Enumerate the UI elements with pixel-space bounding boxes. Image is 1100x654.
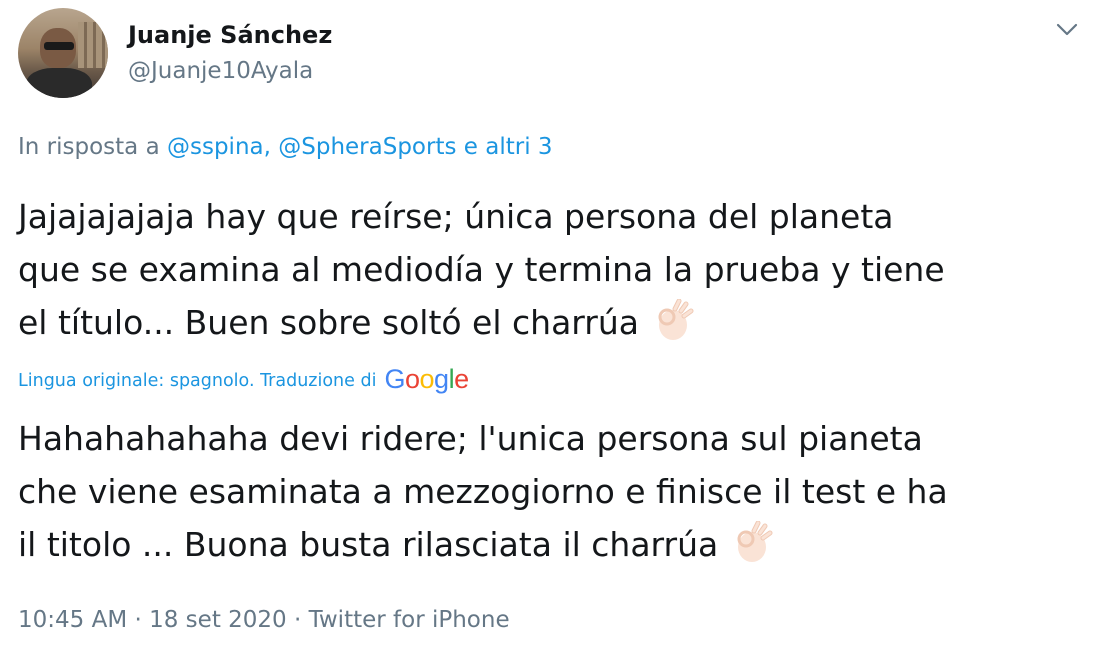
chevron-down-icon[interactable] bbox=[1056, 22, 1078, 38]
tweet-time-link[interactable]: 10:45 AM bbox=[18, 607, 127, 633]
avatar-background bbox=[78, 22, 108, 68]
tweet-source: Twitter for iPhone bbox=[308, 607, 510, 633]
reply-others-link[interactable]: e altri 3 bbox=[456, 134, 553, 160]
avatar-glasses bbox=[44, 42, 74, 50]
reply-separator: , bbox=[263, 134, 279, 160]
reply-context: In risposta a @sspina, @SpheraSports e a… bbox=[18, 134, 553, 160]
translation-attribution: Lingua originale: spagnolo. Traduzione d… bbox=[18, 364, 469, 396]
reply-prefix: In risposta a bbox=[18, 134, 167, 160]
tweet-date-link[interactable]: 18 set 2020 bbox=[149, 607, 287, 633]
author-name[interactable]: Juanje Sánchez bbox=[128, 21, 332, 49]
tweet-original-line: Jajajajajaja hay que reírse; única perso… bbox=[18, 197, 894, 236]
tweet-translated-text: Hahahahahaha devi ridere; l'unica person… bbox=[18, 412, 1088, 571]
avatar[interactable] bbox=[18, 8, 108, 98]
google-logo[interactable]: Google bbox=[384, 364, 469, 395]
ok-hand-icon bbox=[658, 298, 694, 340]
author-handle[interactable]: @Juanje10Ayala bbox=[128, 58, 313, 84]
mention-link-sspina[interactable]: @sspina bbox=[167, 134, 264, 160]
ok-hand-icon bbox=[737, 520, 773, 562]
tweet-original-text: Jajajajajaja hay que reírse; única perso… bbox=[18, 190, 1088, 349]
tweet-original-line: el título... Buen sobre soltó el charrúa bbox=[18, 296, 1088, 349]
tweet-translated-line: che viene esaminata a mezzogiorno e fini… bbox=[18, 472, 948, 511]
tweet-translated-line: Hahahahahaha devi ridere; l'unica person… bbox=[18, 419, 923, 458]
meta-separator: · bbox=[286, 607, 309, 633]
avatar-body bbox=[26, 68, 92, 98]
mention-link-spherasports[interactable]: @SpheraSports bbox=[278, 134, 456, 160]
tweet-meta: 10:45 AM · 18 set 2020 · Twitter for iPh… bbox=[18, 607, 510, 633]
tweet-original-line: que se examina al mediodía y termina la … bbox=[18, 250, 945, 289]
tweet-translated-line: il titolo ... Buona busta rilasciata il … bbox=[18, 518, 1088, 571]
translation-label: Lingua originale: spagnolo. Traduzione d… bbox=[18, 370, 377, 391]
meta-separator: · bbox=[127, 607, 150, 633]
